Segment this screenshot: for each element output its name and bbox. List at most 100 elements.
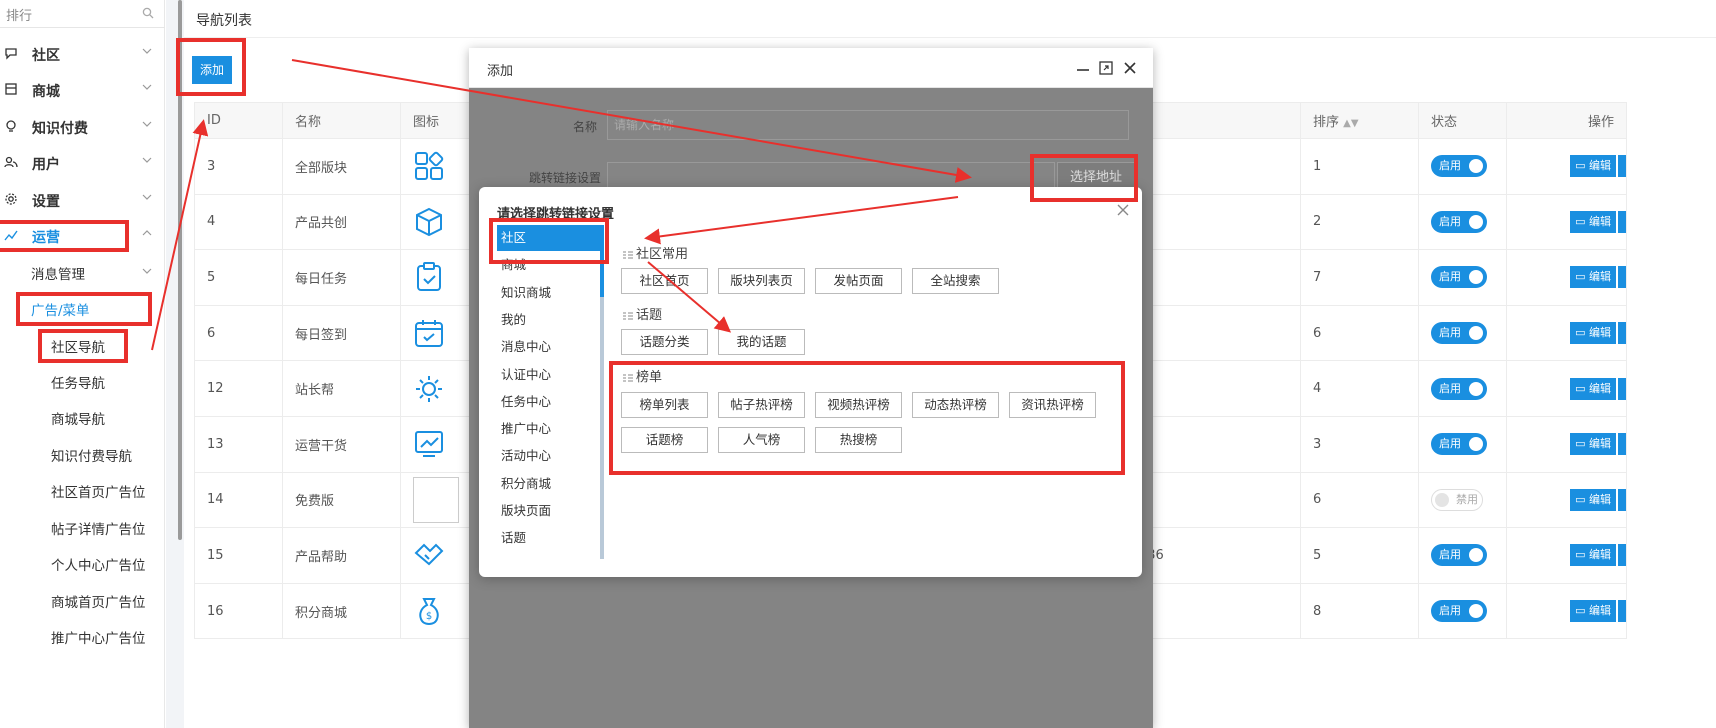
more-button[interactable]: [1618, 433, 1626, 456]
sub-item-community-nav[interactable]: 社区导航: [0, 328, 165, 362]
sidebar-search[interactable]: 排行: [0, 0, 165, 28]
sub-item-home-ad[interactable]: 社区首页广告位: [0, 473, 165, 507]
money-bag-icon: $: [419, 598, 439, 626]
sub-item-post-ad[interactable]: 帖子详情广告位: [0, 510, 165, 544]
category-item[interactable]: 推广中心: [497, 416, 601, 442]
link-option-chip[interactable]: 视频热评榜: [815, 392, 902, 418]
status-toggle[interactable]: 启用: [1431, 210, 1487, 233]
status-toggle[interactable]: 启用: [1431, 433, 1487, 456]
scrollbar-thumb[interactable]: [600, 225, 604, 297]
sub-item-ads-menu[interactable]: 广告/菜单: [0, 291, 165, 325]
menu-item-settings[interactable]: 设置: [0, 182, 165, 218]
chevron-down-icon: [142, 48, 152, 54]
category-item[interactable]: 我的: [497, 307, 601, 333]
sidebar-scrollbar[interactable]: [178, 0, 182, 540]
status-toggle[interactable]: 启用: [1431, 322, 1487, 345]
category-item[interactable]: 活动中心: [497, 443, 601, 469]
edit-button[interactable]: ▭ 编辑: [1570, 210, 1616, 233]
more-button[interactable]: [1618, 210, 1626, 233]
sub-item-label: 帖子详情广告位: [51, 522, 146, 538]
more-button[interactable]: [1618, 155, 1626, 178]
cube-icon: [416, 207, 442, 237]
menu-item-operations[interactable]: 运营: [0, 218, 165, 254]
edit-button[interactable]: ▭ 编辑: [1570, 433, 1616, 456]
edit-button[interactable]: ▭ 编辑: [1570, 266, 1616, 289]
edit-label: 编辑: [1589, 437, 1611, 451]
edit-button[interactable]: ▭ 编辑: [1570, 488, 1616, 511]
sub-item-store-home-ad[interactable]: 商城首页广告位: [0, 583, 165, 617]
status-toggle[interactable]: 启用: [1431, 600, 1487, 623]
category-item[interactable]: 认证中心: [497, 362, 601, 388]
category-item[interactable]: 话题: [497, 525, 601, 551]
category-item[interactable]: 任务中心: [497, 389, 601, 415]
gear-icon: [5, 193, 17, 205]
name-input[interactable]: 请输入名称: [607, 110, 1129, 140]
more-button[interactable]: [1618, 600, 1626, 623]
menu-item-store[interactable]: 商城: [0, 72, 165, 108]
category-item[interactable]: 版块页面: [497, 498, 601, 524]
link-option-chip[interactable]: 榜单列表: [621, 392, 708, 418]
menu-item-knowledge[interactable]: 知识付费: [0, 109, 165, 145]
close-icon[interactable]: [1122, 60, 1138, 76]
link-option-chip[interactable]: 全站搜索: [912, 268, 999, 294]
more-button[interactable]: [1618, 266, 1626, 289]
cell-status: 启用: [1418, 415, 1507, 473]
more-button[interactable]: [1618, 544, 1626, 567]
more-button[interactable]: [1618, 322, 1626, 345]
link-option-chip[interactable]: 资讯热评榜: [1009, 392, 1096, 418]
edit-icon: ▭: [1575, 437, 1589, 451]
cell-sort: 2: [1300, 193, 1419, 251]
sub-item-store-nav[interactable]: 商城导航: [0, 400, 165, 434]
sub-item-knowledge-nav[interactable]: 知识付费导航: [0, 437, 165, 471]
close-icon[interactable]: [1116, 203, 1130, 217]
edit-button[interactable]: ▭ 编辑: [1570, 377, 1616, 400]
maximize-icon[interactable]: [1098, 60, 1114, 76]
sub-item-label: 任务导航: [51, 376, 105, 392]
modal-title: 添加: [487, 64, 514, 79]
search-icon[interactable]: [142, 7, 154, 19]
minimize-icon[interactable]: [1075, 60, 1091, 76]
link-option-chip[interactable]: 热搜榜: [815, 427, 902, 453]
add-button[interactable]: 添加: [192, 56, 232, 84]
col-id[interactable]: ID: [194, 102, 283, 139]
more-button[interactable]: [1618, 488, 1626, 511]
status-toggle[interactable]: 禁用: [1431, 488, 1483, 511]
sub-item-task-nav[interactable]: 任务导航: [0, 364, 165, 398]
sub-item-message-management[interactable]: 消息管理: [0, 255, 165, 289]
status-toggle[interactable]: 启用: [1431, 377, 1487, 400]
link-option-chip[interactable]: 我的话题: [718, 329, 805, 355]
link-option-chip[interactable]: 话题榜: [621, 427, 708, 453]
link-option-chip[interactable]: 版块列表页: [718, 268, 805, 294]
category-scrollbar[interactable]: [600, 225, 604, 559]
edit-icon: ▭: [1575, 548, 1589, 562]
status-toggle[interactable]: 启用: [1431, 266, 1487, 289]
edit-button[interactable]: ▭ 编辑: [1570, 600, 1616, 623]
menu-item-community[interactable]: 社区: [0, 36, 165, 72]
sort-icon[interactable]: ▲▼: [1343, 118, 1358, 129]
edit-button[interactable]: ▭ 编辑: [1570, 544, 1616, 567]
link-option-chip[interactable]: 话题分类: [621, 329, 708, 355]
category-item[interactable]: 知识商城: [497, 280, 601, 306]
edit-button[interactable]: ▭ 编辑: [1570, 155, 1616, 178]
link-option-chip[interactable]: 动态热评榜: [912, 392, 999, 418]
svg-text:$: $: [426, 611, 432, 622]
more-button[interactable]: [1618, 377, 1626, 400]
status-toggle[interactable]: 启用: [1431, 155, 1487, 178]
category-item[interactable]: 消息中心: [497, 334, 601, 360]
cell-sort: 1: [1300, 138, 1419, 195]
sub-item-profile-ad[interactable]: 个人中心广告位: [0, 546, 165, 580]
category-item[interactable]: 积分商城: [497, 471, 601, 497]
sub-item-promo-ad[interactable]: 推广中心广告位: [0, 619, 165, 653]
category-item[interactable]: 商城: [497, 252, 601, 278]
edit-icon: ▭: [1575, 214, 1589, 228]
menu-item-users[interactable]: 用户: [0, 145, 165, 181]
link-option-chip[interactable]: 发帖页面: [815, 268, 902, 294]
link-option-chip[interactable]: 帖子热评榜: [718, 392, 805, 418]
edit-button[interactable]: ▭ 编辑: [1570, 322, 1616, 345]
category-item[interactable]: 社区: [497, 225, 601, 251]
status-toggle[interactable]: 启用: [1431, 544, 1487, 567]
col-sort[interactable]: 排序 ▲▼: [1300, 102, 1419, 139]
link-option-chip[interactable]: 社区首页: [621, 268, 708, 294]
cell-id: 4: [194, 193, 283, 251]
link-option-chip[interactable]: 人气榜: [718, 427, 805, 453]
